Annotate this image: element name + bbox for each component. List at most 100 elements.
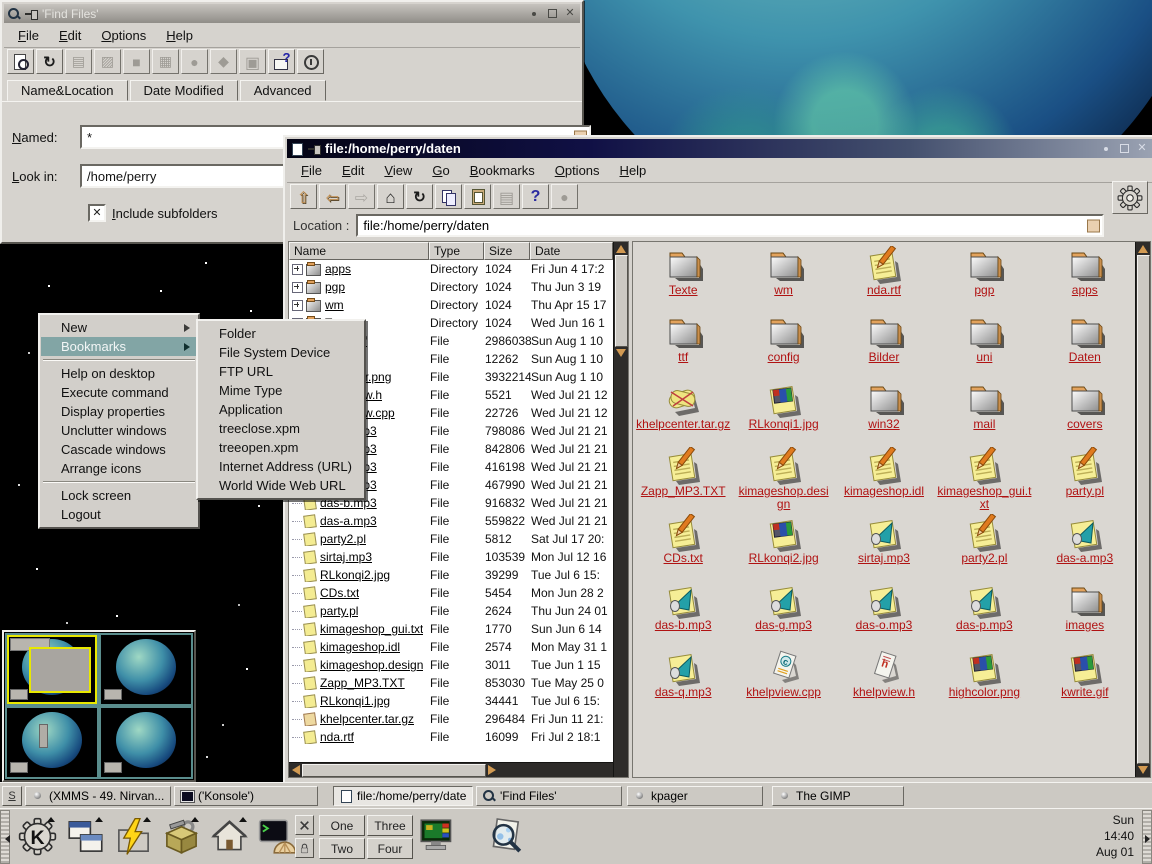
file-icon-item[interactable]: uni [934,313,1034,380]
desktop-button[interactable]: One [319,815,365,836]
help-button[interactable] [268,49,295,74]
file-icon-label[interactable]: khelpview.cpp [736,686,832,699]
tab[interactable]: Name&Location [7,80,128,101]
pager-desktop[interactable] [101,708,191,777]
file-icon-item[interactable]: wm [733,246,833,313]
file-name-link[interactable]: apps [325,262,351,276]
paste-button[interactable] [464,184,491,209]
file-icon-label[interactable]: party.pl [1037,485,1133,498]
expander-icon[interactable] [292,683,302,684]
scrollbar-thumb[interactable] [302,764,486,777]
suspend-button[interactable] [65,49,92,74]
titlebar[interactable]: 'Find Files' ✕ [4,4,580,23]
file-icon-item[interactable]: das-o.mp3 [834,581,934,648]
file-name-link[interactable]: sirtaj.mp3 [320,550,372,564]
tab[interactable]: Date Modified [130,80,238,101]
panel-hide-left[interactable] [0,810,10,864]
file-icon-item[interactable]: khelpview.cpp [733,648,833,715]
panel-hide-right[interactable] [1142,810,1152,864]
kimageshop.idl[interactable]: kimageshop.idl File 2574 Mon May 31 1 [289,638,613,656]
expander-icon[interactable] [292,593,302,594]
file-icon-item[interactable]: nda.rtf [834,246,934,313]
file-name-link[interactable]: RLkonqi1.jpg [320,694,390,708]
file-icon-item[interactable]: das-p.mp3 [934,581,1034,648]
file-icon-label[interactable]: party2.pl [936,552,1032,565]
desktop-button[interactable]: Three [367,815,413,836]
file-icon-label[interactable]: khelpcenter.tar.gz [635,418,731,431]
about-button[interactable] [297,49,324,74]
column-header[interactable]: Name [289,242,429,260]
minimize-button[interactable] [1099,142,1113,156]
back-button[interactable] [319,184,346,209]
logout-button[interactable] [295,815,314,835]
submenu-item-ftp-url[interactable]: FTP URL [199,362,363,381]
menu-item-help-on-desktop[interactable]: Help on desktop [41,364,197,383]
submenu-item-treeclose[interactable]: treeclose.xpm [199,419,363,438]
scrollbar-thumb[interactable] [615,255,628,347]
file-icon-item[interactable]: kimageshop_gui.txt [934,447,1034,514]
file-icon-label[interactable]: Texte [635,284,731,297]
file-icon-label[interactable]: sirtaj.mp3 [836,552,932,565]
minimize-button[interactable] [527,7,541,21]
submenu-item-www-url[interactable]: World Wide Web URL [199,476,363,495]
expander-icon[interactable] [292,701,302,702]
expander-icon[interactable] [292,629,302,630]
scroll-right-icon[interactable] [488,765,496,775]
nda.rtf[interactable]: nda.rtf File 16099 Fri Jul 2 18:1 [289,728,613,746]
menu-item-cascade-windows[interactable]: Cascade windows [41,440,197,459]
file-icon-item[interactable]: sirtaj.mp3 [834,514,934,581]
help-button[interactable] [522,184,549,209]
file-icon-item[interactable]: Daten [1035,313,1135,380]
file-icon-label[interactable]: das-a.mp3 [1037,552,1133,565]
maximize-button[interactable] [545,7,559,21]
search-button[interactable] [7,49,34,74]
column-header[interactable]: Size [484,242,530,260]
file-name-link[interactable]: RLkonqi2.jpg [320,568,390,582]
pager-desktop[interactable] [7,635,97,704]
apps[interactable]: apps Directory 1024 Fri Jun 4 17:2 [289,260,613,278]
menu-item-display-properties[interactable]: Display properties [41,402,197,421]
close-icon[interactable]: ✕ [563,7,577,21]
CDs.txt[interactable]: CDs.txt File 5454 Mon Jun 28 2 [289,584,613,602]
menu-item[interactable]: Go [422,160,459,181]
file-icon-item[interactable]: das-b.mp3 [633,581,733,648]
file-icon-label[interactable]: images [1037,619,1133,632]
close-icon[interactable]: ✕ [1135,142,1149,156]
party2.pl[interactable]: party2.pl File 5812 Sat Jul 17 20: [289,530,613,548]
file-icon-item[interactable]: covers [1035,380,1135,447]
submenu-item-mime-type[interactable]: Mime Type [199,381,363,400]
delete-button[interactable] [210,49,237,74]
file-icon-item[interactable]: party2.pl [934,514,1034,581]
file-icon-label[interactable]: wm [736,284,832,297]
file-icon-label[interactable]: uni [936,351,1032,364]
expander-icon[interactable] [292,503,302,504]
submenu-item-folder[interactable]: Folder [199,324,363,343]
file-name-link[interactable]: party2.pl [320,532,366,546]
menu-item-bookmarks[interactable]: Bookmarks [41,337,197,356]
kimageshop_gui.txt[interactable]: kimageshop_gui.txt File 1770 Sun Jun 6 1… [289,620,613,638]
file-icon-label[interactable]: das-b.mp3 [635,619,731,632]
kde-gear-button[interactable] [1112,181,1148,214]
file-icon-item[interactable]: highcolor.png [934,648,1034,715]
wm[interactable]: wm Directory 1024 Thu Apr 15 17 [289,296,613,314]
expander-icon[interactable] [292,282,303,293]
file-icon-item[interactable]: das-g.mp3 [733,581,833,648]
menu-item[interactable]: Edit [49,25,91,46]
column-header[interactable]: Type [429,242,484,260]
file-icon-item[interactable]: kwrite.gif [1035,648,1135,715]
combo-handle-icon[interactable] [1087,219,1100,232]
file-icon-item[interactable]: kimageshop.idl [834,447,934,514]
expander-icon[interactable] [292,300,303,311]
file-name-link[interactable]: pgp [325,280,345,294]
file-icon-label[interactable]: ttf [635,351,731,364]
menu-item-execute-command[interactable]: Execute command [41,383,197,402]
include-subfolders-checkbox[interactable]: ✕ [88,204,106,222]
menu-item[interactable] [43,359,195,361]
menu-item[interactable]: Edit [332,160,374,181]
disk-navigator-button[interactable] [110,813,157,860]
menu-item[interactable]: File [8,25,49,46]
party.pl[interactable]: party.pl File 2624 Thu Jun 24 01 [289,602,613,620]
task-konsole[interactable]: ('Konsole') [174,786,318,806]
up-button[interactable] [290,184,317,209]
forward-button[interactable] [348,184,375,209]
